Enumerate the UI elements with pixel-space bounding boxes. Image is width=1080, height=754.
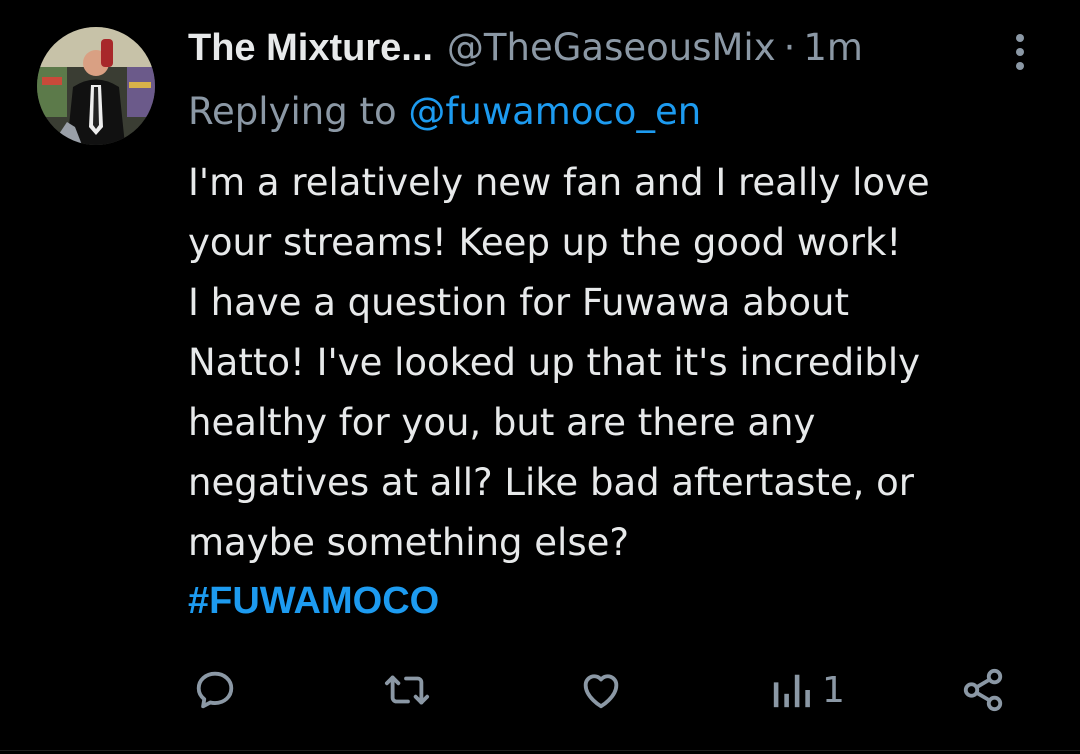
views-count: 1	[822, 669, 845, 711]
tweet-text-line: healthy for you, but are there any	[188, 401, 816, 444]
reply-icon	[196, 671, 234, 709]
separator-dot: ·	[783, 26, 796, 69]
views-icon	[773, 674, 810, 708]
timestamp[interactable]: 1m	[803, 22, 863, 74]
tweet[interactable]: The Mixture... @TheGaseousMix · 1m Reply…	[0, 0, 1080, 754]
tweet-text-line: maybe something else?	[188, 521, 630, 564]
more-dot-icon	[1016, 62, 1024, 70]
replying-to-label: Replying to	[188, 90, 397, 133]
tweet-header: The Mixture... @TheGaseousMix · 1m	[188, 22, 863, 74]
share-button[interactable]	[960, 655, 1006, 725]
tweet-text-line: I'm a relatively new fan and I really lo…	[188, 161, 930, 204]
heart-icon	[583, 674, 619, 709]
retweet-button[interactable]	[383, 655, 431, 725]
display-name[interactable]: The Mixture...	[188, 22, 433, 74]
retweet-icon	[384, 675, 430, 705]
action-bar: 1	[0, 655, 1080, 725]
share-icon	[963, 668, 1003, 712]
tweet-text-line: Natto! I've looked up that it's incredib…	[188, 341, 921, 384]
more-dot-icon	[1016, 34, 1024, 42]
tweet-text-line: negatives at all? Like bad aftertaste, o…	[188, 461, 914, 504]
avatar-image	[37, 27, 155, 145]
more-options-button[interactable]	[1005, 30, 1035, 74]
hashtag-link[interactable]: #FUWAMOCO	[188, 573, 439, 629]
tweet-text-line: your streams! Keep up the good work!	[188, 221, 902, 264]
tweet-text-line: I have a question for Fuwawa about	[188, 281, 849, 324]
divider	[0, 750, 1080, 751]
like-button[interactable]	[577, 655, 625, 725]
reply-button[interactable]	[192, 655, 238, 725]
user-handle[interactable]: @TheGaseousMix	[447, 22, 776, 74]
replying-to: Replying to @fuwamoco_en	[188, 86, 701, 138]
replying-to-mention[interactable]: @fuwamoco_en	[408, 90, 701, 133]
tweet-text: I'm a relatively new fan and I really lo…	[188, 153, 1048, 573]
views-button[interactable]: 1	[770, 655, 845, 725]
more-dot-icon	[1016, 48, 1024, 56]
avatar[interactable]	[37, 27, 155, 145]
